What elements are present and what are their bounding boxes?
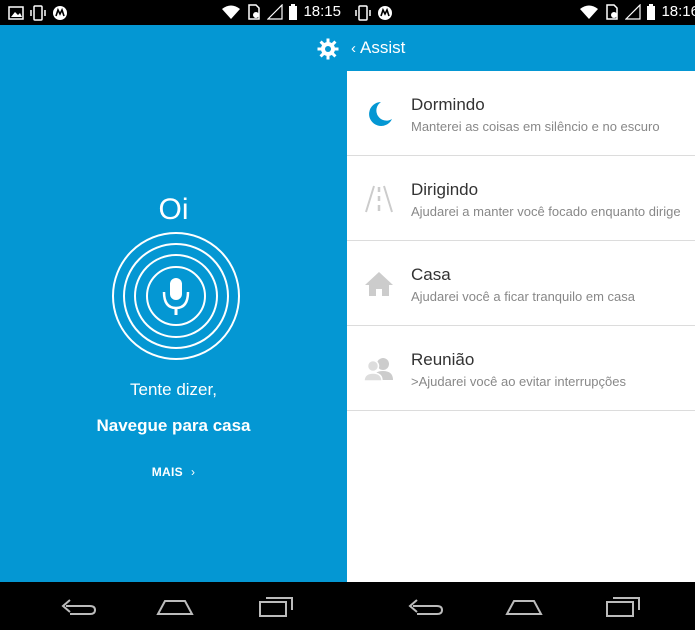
- clock: 18:15: [303, 3, 341, 20]
- moon-icon: [369, 102, 392, 126]
- recent-apps-icon[interactable]: [256, 594, 296, 618]
- item-title: Dirigindo: [411, 180, 479, 199]
- right-screen: 18:16 ‹ Assist Dormindo Manterei as cois…: [347, 0, 695, 630]
- sim-icon: [248, 4, 261, 20]
- item-subtitle: Ajudarei você a ficar tranquilo em casa: [411, 289, 636, 304]
- list-item-dirigindo[interactable]: Dirigindo Ajudarei a manter você focado …: [347, 156, 695, 241]
- list-item-dormindo[interactable]: Dormindo Manterei as coisas em silêncio …: [347, 71, 695, 156]
- up-navigation[interactable]: ‹ Assist: [351, 38, 405, 58]
- item-title: Reunião: [411, 350, 475, 369]
- microphone-icon: [162, 278, 190, 315]
- list-item-casa[interactable]: Casa Ajudarei você a ficar tranquilo em …: [347, 241, 695, 326]
- home-nav-icon[interactable]: [504, 594, 544, 618]
- status-bar: 18:15: [0, 0, 347, 25]
- back-icon[interactable]: [405, 594, 445, 618]
- item-subtitle: Manterei as coisas em silêncio e no escu…: [411, 119, 660, 134]
- chevron-right-icon: ›: [190, 465, 196, 479]
- navigation-bar: [347, 582, 695, 630]
- settings-gear-icon[interactable]: [317, 38, 339, 60]
- status-bar: 18:16: [347, 0, 695, 25]
- people-icon: [363, 358, 393, 382]
- mic-button[interactable]: [110, 230, 242, 362]
- try-saying-label: Tente dizer,: [130, 380, 217, 399]
- sim-icon: [606, 4, 619, 20]
- app-bar: ‹ Assist: [347, 25, 695, 71]
- gallery-notification-icon: [8, 6, 24, 20]
- wifi-icon: [580, 5, 599, 19]
- wifi-icon: [222, 5, 241, 19]
- mic-rings: [112, 232, 240, 360]
- more-button[interactable]: MAIS ›: [0, 465, 347, 479]
- home-icon: [365, 272, 393, 296]
- more-label: MAIS: [151, 465, 183, 479]
- signal-icon: [267, 4, 284, 20]
- list-item-reuniao[interactable]: Reunião >Ajudarei você ao evitar interru…: [347, 326, 695, 411]
- chevron-left-icon: ‹: [351, 39, 356, 57]
- item-subtitle: >Ajudarei você ao evitar interrupções: [411, 374, 626, 389]
- left-screen: 18:15 Oi Tente dizer, Navegue para casa …: [0, 0, 347, 630]
- item-title: Dormindo: [411, 95, 485, 114]
- road-icon: [365, 185, 393, 213]
- back-icon[interactable]: [58, 594, 98, 618]
- signal-icon: [625, 4, 642, 20]
- vibrate-icon: [355, 5, 371, 21]
- battery-icon: [289, 4, 298, 20]
- motorola-icon: [378, 6, 392, 20]
- app-title: Assist: [360, 38, 406, 57]
- motorola-icon: [53, 6, 67, 20]
- example-command: Navegue para casa: [96, 416, 251, 435]
- clock: 18:16: [661, 3, 695, 20]
- greeting-text: Oi: [158, 193, 189, 226]
- navigation-bar: [0, 582, 347, 630]
- item-title: Casa: [411, 265, 451, 284]
- home-nav-icon[interactable]: [155, 594, 195, 618]
- mode-list: Dormindo Manterei as coisas em silêncio …: [347, 71, 695, 582]
- vibrate-icon: [30, 5, 46, 21]
- recent-apps-icon[interactable]: [603, 594, 643, 618]
- battery-icon: [647, 4, 656, 20]
- item-subtitle: Ajudarei a manter você focado enquanto d…: [411, 204, 681, 219]
